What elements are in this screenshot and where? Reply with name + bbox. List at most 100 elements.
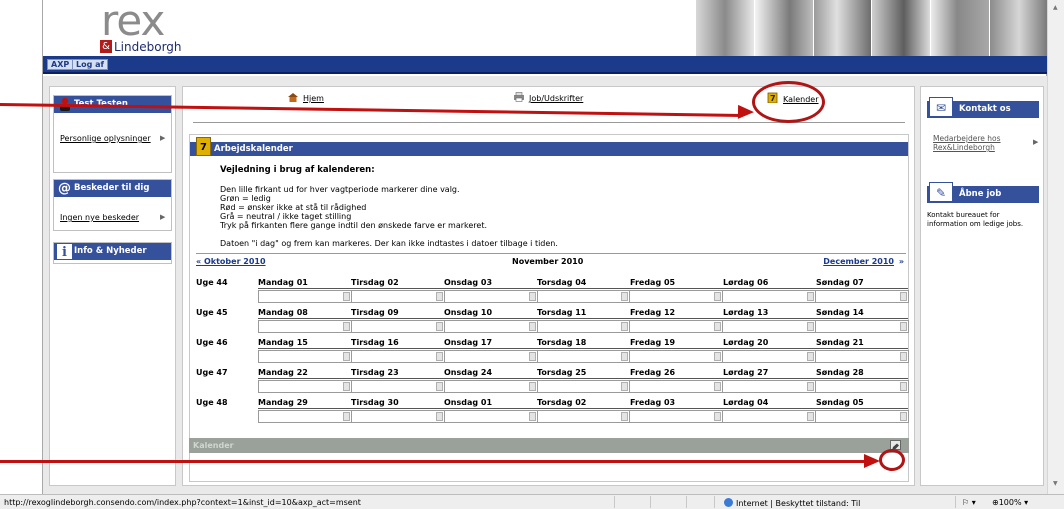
contact-box-header: ✉ Kontakt os [927, 97, 1039, 118]
availability-toggle[interactable] [714, 292, 722, 301]
messages-box: @ Beskeder til dig Ingen nye beskeder ▶ [53, 179, 172, 231]
day-label: Søndag 05 [816, 398, 864, 407]
contact-staff-link[interactable]: Medarbejdere hos Rex&Lindeborgh [933, 134, 1025, 152]
calendar-instructions: Vejledning i brug af kalenderen: Den lil… [220, 165, 820, 248]
month-navigation: « Oktober 2010 November 2010 December 20… [196, 253, 906, 269]
availability-toggle[interactable] [621, 412, 629, 421]
availability-toggle[interactable] [900, 352, 908, 361]
zoom-control[interactable]: ⊕100% ▾ [992, 498, 1028, 507]
top-nav-bar: AXP Log af [43, 56, 1048, 74]
chevron-right-icon: ▶ [1033, 138, 1039, 146]
availability-toggle[interactable] [807, 292, 815, 301]
availability-toggle[interactable] [435, 292, 443, 301]
availability-toggle[interactable] [900, 292, 908, 301]
shift-cells [258, 380, 910, 393]
next-arrow: » [898, 257, 904, 266]
availability-toggle[interactable] [807, 382, 815, 391]
day-label: Onsdag 01 [444, 398, 493, 407]
availability-toggle[interactable] [528, 412, 536, 421]
availability-toggle[interactable] [714, 382, 722, 391]
content-area: Test Testen Personlige oplysninger ▶ @ B… [43, 76, 1048, 494]
logo-lindeborgh-text: Lindeborgh [114, 40, 182, 54]
week-label: Uge 46 [196, 338, 228, 347]
availability-toggle[interactable] [342, 292, 350, 301]
security-zone[interactable]: Internet | Beskyttet tilstand: Til [724, 498, 860, 508]
instructions-title: Vejledning i brug af kalenderen: [220, 165, 375, 175]
logout-button[interactable]: Log af [72, 59, 108, 70]
shift-cell [350, 320, 445, 333]
availability-toggle[interactable] [900, 412, 908, 421]
instruction-note: Datoen "i dag" og frem kan markeres. Der… [220, 239, 558, 248]
shift-cell [722, 350, 817, 363]
availability-toggle[interactable] [807, 322, 815, 331]
availability-toggle[interactable] [528, 322, 536, 331]
browser-status-bar: http://rexoglindeborgh.consendo.com/inde… [0, 494, 1064, 509]
shift-cell [443, 380, 538, 393]
availability-toggle[interactable] [342, 382, 350, 391]
header-photo [871, 0, 931, 56]
shift-cell [536, 410, 631, 423]
personal-info-link[interactable]: Personlige oplysninger [60, 134, 151, 143]
availability-toggle[interactable] [621, 382, 629, 391]
info-icon: i [57, 244, 72, 260]
availability-toggle[interactable] [435, 382, 443, 391]
availability-toggle[interactable] [342, 412, 350, 421]
availability-toggle[interactable] [342, 352, 350, 361]
day-label: Torsdag 11 [537, 308, 587, 317]
availability-toggle[interactable] [528, 352, 536, 361]
availability-toggle[interactable] [342, 322, 350, 331]
day-label: Fredag 26 [630, 368, 676, 377]
week-row: Uge 46 Mandag 15 Tirsdag 16 Onsdag 17 Torsda… [196, 338, 910, 364]
annotation-circle-calendar [752, 81, 825, 123]
availability-toggle[interactable] [900, 382, 908, 391]
availability-toggle[interactable] [621, 322, 629, 331]
availability-toggle[interactable] [435, 412, 443, 421]
availability-toggle[interactable] [621, 292, 629, 301]
rex-lindeborgh-logo[interactable]: rex & Lindeborgh [91, 0, 191, 56]
next-month-link[interactable]: December 2010 [823, 257, 894, 266]
availability-toggle[interactable] [435, 322, 443, 331]
vertical-scrollbar[interactable]: ▲ ▼ [1047, 0, 1064, 494]
header-photo [812, 0, 872, 56]
calendar-icon: 7 [196, 137, 211, 156]
availability-toggle[interactable] [714, 412, 722, 421]
availability-toggle[interactable] [807, 412, 815, 421]
shift-cell [350, 380, 445, 393]
day-label: Mandag 08 [258, 308, 308, 317]
day-label: Mandag 29 [258, 398, 308, 407]
availability-toggle[interactable] [900, 322, 908, 331]
day-label: Tirsdag 02 [351, 278, 399, 287]
shift-cell [722, 290, 817, 303]
availability-toggle[interactable] [435, 352, 443, 361]
shift-cell [443, 410, 538, 423]
shift-cell [629, 380, 724, 393]
day-label: Onsdag 17 [444, 338, 493, 347]
protected-mode-icon[interactable]: ⚐ ▾ [962, 498, 976, 507]
right-sidebar: ✉ Kontakt os Medarbejdere hos Rex&Lindeb… [920, 86, 1044, 486]
week-divider [258, 348, 908, 349]
envelope-icon: ✉ [929, 97, 953, 117]
day-label: Torsdag 04 [537, 278, 587, 287]
week-label: Uge 45 [196, 308, 228, 317]
availability-toggle[interactable] [528, 292, 536, 301]
axp-button[interactable]: AXP [47, 59, 74, 70]
shift-cell [350, 350, 445, 363]
previous-month-link[interactable]: « Oktober 2010 [196, 257, 266, 266]
availability-toggle[interactable] [528, 382, 536, 391]
day-label: Tirsdag 30 [351, 398, 399, 407]
availability-toggle[interactable] [807, 352, 815, 361]
left-sidebar: Test Testen Personlige oplysninger ▶ @ B… [49, 86, 176, 486]
day-label: Tirsdag 16 [351, 338, 399, 347]
shift-cell [629, 350, 724, 363]
no-messages-link[interactable]: Ingen nye beskeder [60, 213, 139, 222]
jobs-link[interactable]: Job/Udskrifter [513, 92, 583, 103]
home-link[interactable]: Hjem [287, 92, 324, 103]
availability-toggle[interactable] [714, 352, 722, 361]
scroll-up-icon[interactable]: ▲ [1053, 4, 1058, 11]
availability-toggle[interactable] [714, 322, 722, 331]
site-header: rex & Lindeborgh [43, 0, 1048, 56]
availability-toggle[interactable] [621, 352, 629, 361]
logo-ampersand: & [100, 40, 112, 53]
scroll-down-icon[interactable]: ▼ [1053, 480, 1058, 487]
info-box-header[interactable]: i Info & Nyheder [54, 243, 171, 260]
